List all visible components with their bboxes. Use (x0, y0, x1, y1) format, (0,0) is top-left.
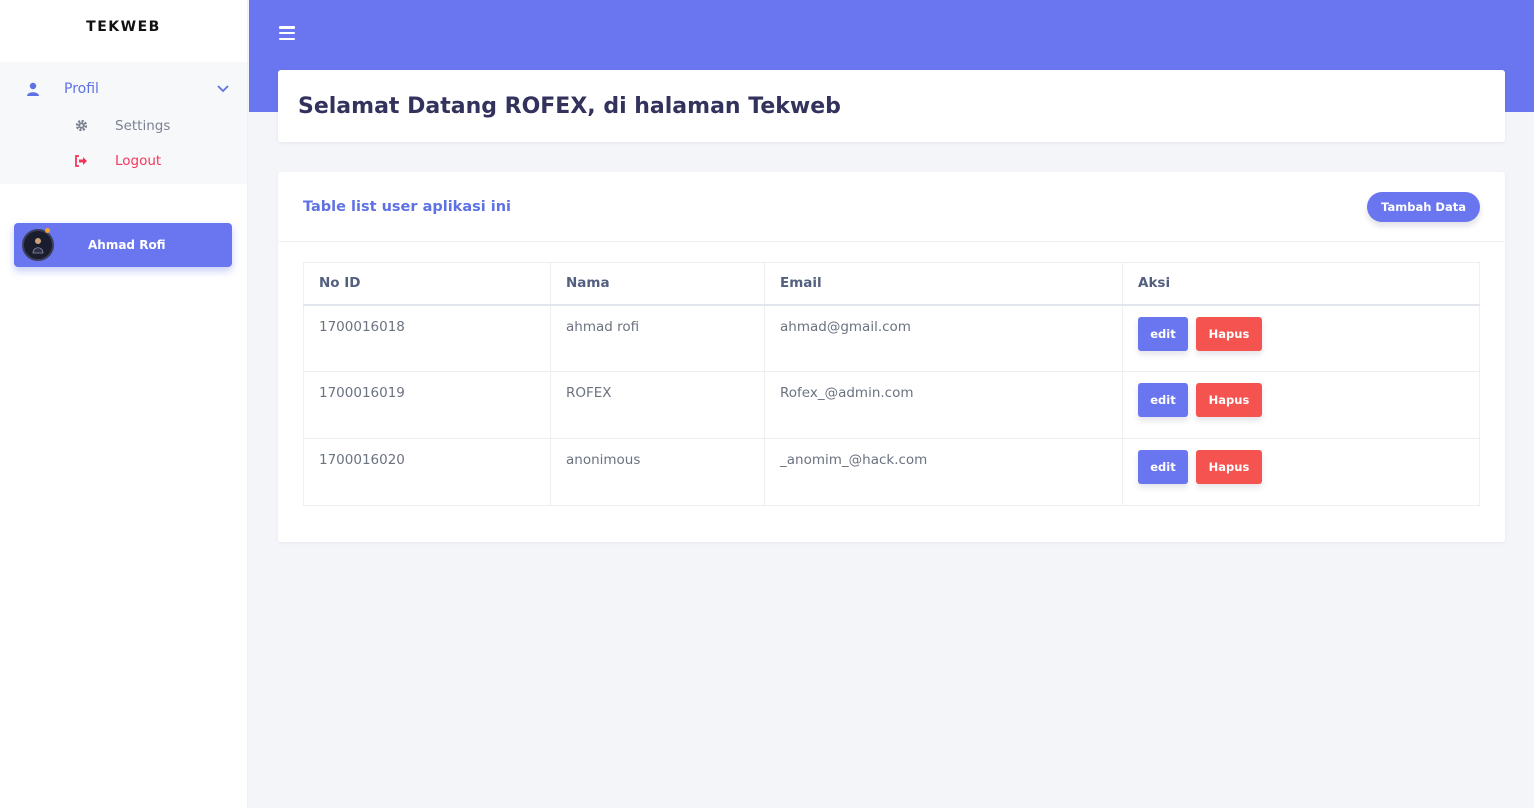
user-card[interactable]: Ahmad Rofi (14, 223, 232, 267)
delete-button[interactable]: Hapus (1196, 316, 1262, 351)
sidebar-item-settings-label: Settings (115, 117, 171, 134)
sidebar-item-profil[interactable]: Profil (0, 70, 247, 108)
cell-actions: edit Hapus (1122, 371, 1480, 439)
edit-button[interactable]: edit (1138, 316, 1188, 351)
delete-button[interactable]: Hapus (1196, 383, 1262, 417)
user-icon (24, 82, 42, 96)
cell-id: 1700016019 (303, 371, 551, 439)
column-header-nama: Nama (550, 262, 765, 306)
table-row: 1700016019 ROFEX Rofex_@admin.com edit Ha… (303, 371, 1480, 439)
user-name: Ahmad Rofi (88, 238, 166, 252)
sidebar-item-settings[interactable]: Settings (0, 108, 247, 143)
edit-button[interactable]: edit (1138, 450, 1188, 484)
card-header: Table list user aplikasi ini Tambah Data (278, 172, 1505, 242)
brand-logo[interactable]: TEKWEB (0, 0, 247, 54)
sidebar-item-profil-label: Profil (64, 81, 99, 97)
cell-id: 1700016018 (303, 304, 551, 372)
user-table: No ID Nama Email Aksi 1700016018 ahmad r… (303, 262, 1480, 506)
delete-button[interactable]: Hapus (1196, 450, 1262, 484)
cell-actions: edit Hapus (1122, 438, 1480, 506)
card-title: Table list user aplikasi ini (303, 198, 512, 215)
cell-email: _anomim_@hack.com (764, 438, 1123, 506)
table-row: 1700016020 anonimous _anomim_@hack.com e… (303, 438, 1480, 506)
edit-button[interactable]: edit (1138, 383, 1188, 417)
gear-icon (74, 119, 88, 132)
cell-actions: edit Hapus (1122, 304, 1480, 372)
column-header-aksi: Aksi (1122, 262, 1480, 306)
person-silhouette-icon (32, 238, 44, 254)
table-header-row: No ID Nama Email Aksi (303, 262, 1480, 306)
sidebar: TEKWEB Profil Settings Logout (0, 0, 248, 808)
page-title: Selamat Datang ROFEX, di halaman Tekweb (298, 93, 841, 119)
avatar (22, 228, 54, 261)
avatar-status-dot (45, 228, 50, 233)
hamburger-icon[interactable] (279, 26, 295, 40)
welcome-card: Selamat Datang ROFEX, di halaman Tekweb (278, 70, 1505, 142)
cell-nama: ROFEX (550, 371, 765, 439)
cell-email: ahmad@gmail.com (764, 304, 1123, 372)
cell-nama: anonimous (550, 438, 765, 506)
chevron-down-icon (217, 81, 229, 97)
sidebar-nav: Profil Settings Logout (0, 62, 247, 184)
sign-out-icon (74, 154, 88, 167)
sidebar-item-logout-label: Logout (115, 152, 162, 169)
column-header-email: Email (764, 262, 1123, 306)
cell-id: 1700016020 (303, 438, 551, 506)
cell-nama: ahmad rofi (550, 304, 765, 372)
sidebar-item-logout[interactable]: Logout (0, 143, 247, 178)
cell-email: Rofex_@admin.com (764, 371, 1123, 439)
add-data-button[interactable]: Tambah Data (1367, 191, 1480, 222)
table-row: 1700016018 ahmad rofi ahmad@gmail.com ed… (303, 304, 1480, 372)
column-header-id: No ID (303, 262, 551, 306)
user-table-card: Table list user aplikasi ini Tambah Data… (278, 172, 1505, 542)
